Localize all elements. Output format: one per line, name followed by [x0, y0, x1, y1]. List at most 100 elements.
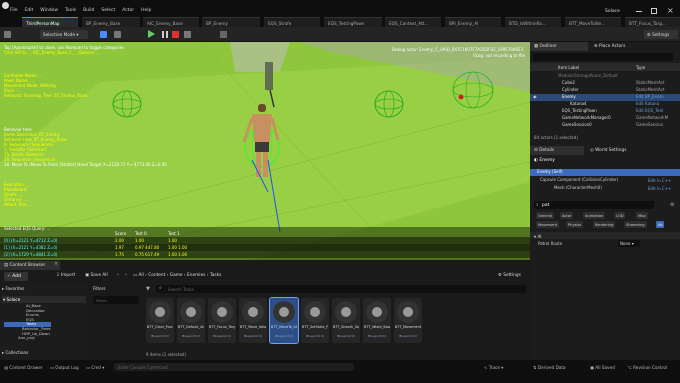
asset-tile[interactable]: BTT_Move_Ideal_Ran Blueprint Cl: [239, 298, 267, 343]
outliner-row-selected[interactable]: ◉ Enemy Edit BP_Enem: [530, 94, 680, 101]
menu-tools[interactable]: Tools: [65, 8, 76, 13]
cb-settings-button[interactable]: ⚙ Settings: [498, 273, 521, 278]
row-type[interactable]: Edit EQS_Test: [636, 108, 663, 113]
tab-eqs-strafe[interactable]: EQS_Strafe: [264, 17, 320, 27]
asset-tile[interactable]: BTT_Movement_Speed Blueprint Cl: [394, 298, 422, 343]
crumb-game[interactable]: Game: [170, 273, 183, 278]
outliner-row[interactable]: Cube2 StaticMeshAct: [530, 80, 680, 87]
menu-select[interactable]: Select: [101, 8, 115, 13]
minimize-icon[interactable]: [636, 11, 642, 12]
cb-tab[interactable]: ▤ Content Browser: [0, 261, 60, 270]
settings-button[interactable]: ⚙ Settings: [644, 30, 678, 39]
platforms-icon[interactable]: [220, 31, 227, 38]
add-button[interactable]: + Add: [4, 272, 28, 281]
outliner-row[interactable]: GameSession0 GameSession: [530, 122, 680, 129]
section-movement[interactable]: Movement: [536, 221, 560, 228]
crumb-tasks[interactable]: Tasks: [210, 273, 222, 278]
outliner-row[interactable]: ModularStorageRoom_Default: [530, 73, 680, 80]
col-type[interactable]: Type: [636, 65, 645, 70]
section-all[interactable]: All: [656, 221, 665, 228]
property-value-dropdown[interactable]: None ▾: [618, 240, 640, 247]
revision-control-button[interactable]: ⌥ Revision Control: [627, 365, 667, 370]
cinematics-icon[interactable]: [114, 31, 121, 38]
save-all-button[interactable]: ▣ Save All: [85, 273, 108, 278]
tab-bp-enemy[interactable]: BP_Enemy: [202, 17, 260, 27]
crumb-enemies[interactable]: Enemies: [187, 273, 205, 278]
tab-aic-enemy-base[interactable]: AIC_Enemy_Base: [143, 17, 199, 27]
menu-edit[interactable]: Edit: [25, 8, 34, 13]
output-log-button[interactable]: ▭ Output Log: [50, 365, 79, 370]
console-input[interactable]: Enter Console Command: [114, 363, 354, 371]
pause-icon[interactable]: [162, 31, 168, 38]
tab-bp-enemy-base[interactable]: BP_Enemy_Base: [82, 17, 140, 27]
content-drawer-button[interactable]: ▤ Content Drawer: [4, 365, 43, 370]
asset-tile[interactable]: BTT_Sheath_Sword Blueprint Cl: [332, 298, 360, 343]
section-general[interactable]: General: [536, 212, 555, 219]
tab-place-actors[interactable]: ⊕ Place Actors: [590, 42, 650, 51]
mesh-edit-cpp-link[interactable]: Edit in C++: [648, 186, 671, 191]
row-type[interactable]: Edit Katana: [636, 101, 659, 106]
play-icon[interactable]: [148, 30, 155, 38]
selection-mode-button[interactable]: Selection Mode ▾: [40, 30, 88, 39]
asset-tile[interactable]: BTT_Default_Attack Blueprint Cl: [177, 298, 205, 343]
section-streaming[interactable]: Streaming: [624, 221, 647, 228]
outliner-row[interactable]: EQS_TestingPawn Edit EQS_Test: [530, 108, 680, 115]
outliner-row[interactable]: Cylinder StaticMeshAct: [530, 87, 680, 94]
blueprint-icon[interactable]: [100, 31, 107, 38]
asset-tile[interactable]: BTT_Focus_Target Blueprint Cl: [208, 298, 236, 343]
asset-search-input[interactable]: Search Tasks: [156, 285, 526, 293]
save-icon[interactable]: [4, 31, 11, 38]
section-actor[interactable]: Actor: [560, 212, 574, 219]
close-icon[interactable]: ×: [667, 6, 674, 15]
history-forward-icon[interactable]: ›: [125, 272, 127, 278]
folder-item[interactable]: Ann_proj: [4, 336, 51, 341]
stop-icon[interactable]: [172, 31, 179, 38]
level-viewport[interactable]: Tap [Apostrophe] to close, use Numpad to…: [0, 42, 530, 260]
tab-eqs-context[interactable]: EQS_Context_Att...: [385, 17, 441, 27]
import-button[interactable]: ⇩ Import: [56, 273, 75, 278]
asset-tile[interactable]: BTT_Clear_Focus Blueprint Cl: [146, 298, 174, 343]
derived-data-button[interactable]: ⇅ Derived Data: [533, 365, 566, 370]
visibility-eye-icon[interactable]: ◉: [533, 94, 537, 99]
tab-eqs-testingpawn[interactable]: EQS_TestingPawn: [324, 17, 382, 27]
tab-details[interactable]: ☰ Details: [530, 146, 584, 155]
menu-build[interactable]: Build: [83, 8, 94, 13]
cmd-dropdown[interactable]: ▭ Cmd ▾: [86, 365, 104, 370]
outliner-search[interactable]: [533, 53, 673, 61]
tab-bpi-enemy-ai[interactable]: BPI_Enemy_AI: [445, 17, 501, 27]
tab-btt-focus-target[interactable]: BTT_Focus_Targ...: [625, 17, 680, 27]
collections-header[interactable]: ▸ Collections: [2, 350, 28, 355]
history-back-icon[interactable]: ‹: [117, 272, 119, 278]
asset-tile[interactable]: BTT_Wield_Sword Blueprint Cl: [363, 298, 391, 343]
crumb-all[interactable]: All: [138, 273, 143, 278]
details-settings-icon[interactable]: ⚙: [670, 202, 674, 208]
filters-search[interactable]: Filters: [93, 296, 139, 304]
outliner-row[interactable]: Katana4 Edit Katana: [530, 101, 680, 108]
component-mesh[interactable]: Mesh (CharacterMesh0): [554, 185, 602, 190]
row-type[interactable]: Edit BP_Enem: [636, 94, 664, 99]
project-header[interactable]: ▾ Solace: [2, 296, 86, 303]
section-rendering[interactable]: Rendering: [593, 221, 616, 228]
tab-thirdpersonmap[interactable]: ThirdPersonMap: [22, 17, 78, 27]
tab-btd-iswithinrange[interactable]: BTD_IsWithinRa...: [505, 17, 561, 27]
property-category-ai[interactable]: ▾ AI: [530, 232, 680, 239]
section-misc[interactable]: Misc: [636, 212, 648, 219]
component-self[interactable]: Enemy (Self): [530, 169, 680, 176]
menu-window[interactable]: Window: [40, 8, 58, 13]
section-animation[interactable]: Animation: [583, 212, 606, 219]
favorites-header[interactable]: ▸ Favorites: [2, 286, 24, 291]
component-capsule[interactable]: Capsule Component (CollisionCylinder): [540, 177, 618, 182]
details-search-input[interactable]: pat: [534, 201, 654, 209]
crumb-content[interactable]: Content: [148, 273, 165, 278]
section-physics[interactable]: Physics: [566, 221, 584, 228]
asset-tile[interactable]: BTT_SetState_Passive Blueprint Cl: [301, 298, 329, 343]
cb-close-icon[interactable]: ×: [54, 261, 58, 267]
maximize-icon[interactable]: [651, 8, 657, 14]
all-saved-button[interactable]: ▣ All Saved: [590, 365, 615, 370]
outliner-row[interactable]: GameNetworkManager0 GameNetworkM: [530, 115, 680, 122]
menu-help[interactable]: Help: [141, 8, 151, 13]
section-lod[interactable]: LOD: [614, 212, 626, 219]
tab-world-settings[interactable]: ◎ World Settings: [586, 146, 648, 155]
trace-button[interactable]: ∿ Trace ▾: [484, 365, 503, 370]
eject-icon[interactable]: [184, 31, 191, 38]
